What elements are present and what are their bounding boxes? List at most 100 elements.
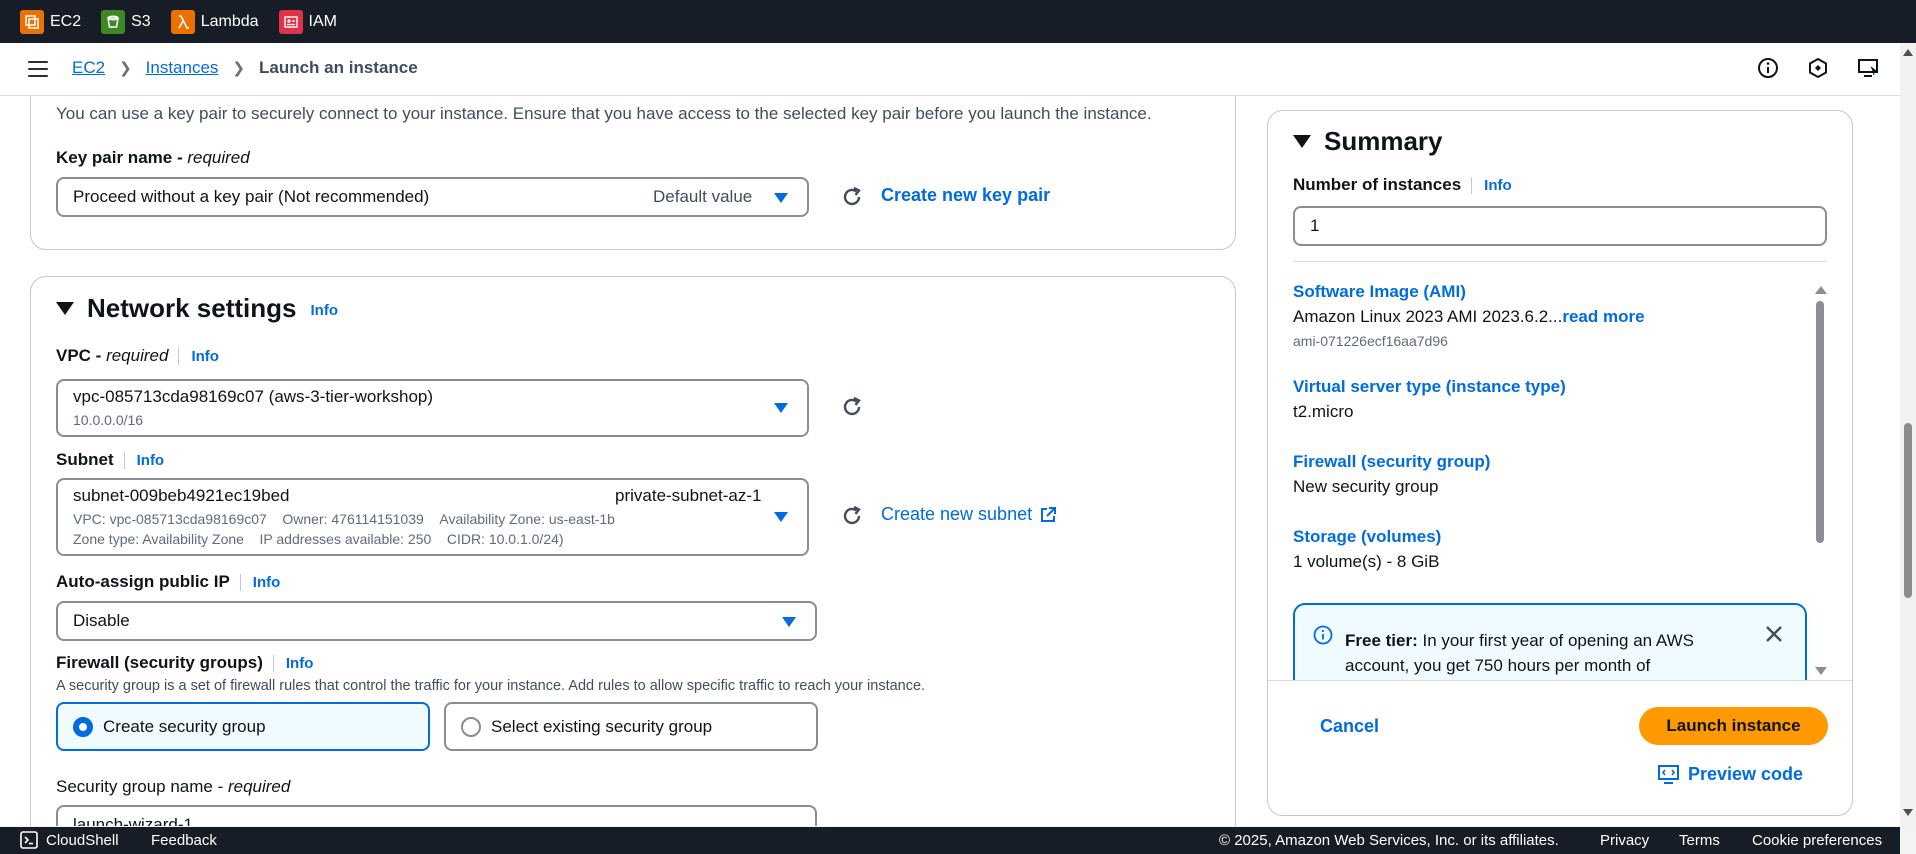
subnet-details-line2: Zone type: Availability Zone IP addresse… xyxy=(73,531,564,547)
service-shortcut-lambda[interactable]: Lambda xyxy=(170,9,259,34)
feedback-display-icon[interactable] xyxy=(1856,56,1880,80)
cancel-button[interactable]: Cancel xyxy=(1320,716,1379,737)
subnet-id: subnet-009beb4921ec19bed xyxy=(73,486,290,505)
sg-name-input[interactable]: launch-wizard-1 xyxy=(56,805,817,826)
create-key-pair-link[interactable]: Create new key pair xyxy=(881,185,1050,206)
key-pair-label: Key pair name - required xyxy=(56,148,250,167)
iam-icon xyxy=(278,9,303,34)
vpc-info-link[interactable]: Info xyxy=(178,347,219,365)
network-settings-title: Network settings xyxy=(87,293,297,323)
s3-icon xyxy=(101,9,126,34)
preview-code-button[interactable]: Preview code xyxy=(1658,764,1803,785)
scroll-down-arrow-icon[interactable] xyxy=(1903,809,1913,816)
vpc-value: vpc-085713cda98169c07 (aws-3-tier-worksh… xyxy=(73,387,434,406)
page-scrollbar[interactable] xyxy=(1900,43,1916,827)
key-pair-select[interactable]: Proceed without a key pair (Not recommen… xyxy=(56,177,809,217)
firewall-info-link[interactable]: Info xyxy=(272,654,313,672)
breadcrumb-bar: EC2 ❯ Instances ❯ Launch an instance xyxy=(0,43,1900,96)
chevron-right-icon: ❯ xyxy=(232,60,245,77)
network-settings-info-link[interactable]: Info xyxy=(311,302,339,319)
caret-down-icon xyxy=(56,302,74,315)
storage-title-link[interactable]: Storage (volumes) xyxy=(1293,527,1441,547)
notifications-shield-icon[interactable] xyxy=(1806,56,1830,80)
summary-panel: Summary Number of instances Info 1 Softw… xyxy=(1267,110,1853,816)
subnet-info-link[interactable]: Info xyxy=(123,451,164,469)
close-icon[interactable] xyxy=(1765,625,1783,648)
num-instances-label-row: Number of instances Info xyxy=(1293,175,1512,195)
scroll-thumb[interactable] xyxy=(1904,423,1912,598)
scroll-up-arrow-icon[interactable] xyxy=(1903,49,1913,56)
storage-value: 1 volume(s) - 8 GiB xyxy=(1293,552,1440,571)
service-shortcut-iam[interactable]: IAM xyxy=(278,9,337,34)
instance-type-value: t2.micro xyxy=(1293,402,1354,421)
vpc-cidr: 10.0.0.0/16 xyxy=(73,412,144,428)
firewall-value: New security group xyxy=(1293,477,1439,496)
firewall-label: Firewall (security groups) xyxy=(56,653,263,672)
auto-ip-select[interactable]: Disable xyxy=(56,601,817,641)
scroll-thumb[interactable] xyxy=(1816,301,1824,543)
key-pair-value: Proceed without a key pair (Not recommen… xyxy=(73,187,430,206)
main-content: You can use a key pair to securely conne… xyxy=(0,96,1900,826)
hamburger-menu-icon[interactable] xyxy=(28,61,48,77)
scroll-down-arrow-icon[interactable] xyxy=(1815,667,1827,675)
refresh-icon[interactable] xyxy=(839,184,865,210)
service-shortcut-ec2[interactable]: EC2 xyxy=(20,9,82,34)
ami-id: ami-071226ecf16aa7d96 xyxy=(1293,333,1448,349)
key-pair-description: You can use a key pair to securely conne… xyxy=(56,104,1152,123)
console-footer: CloudShell Feedback © 2025, Amazon Web S… xyxy=(0,827,1900,854)
service-shortcut-s3[interactable]: S3 xyxy=(101,9,151,34)
caret-down-icon xyxy=(774,193,788,203)
info-circle-icon[interactable] xyxy=(1756,56,1780,80)
cookie-preferences-link[interactable]: Cookie preferences xyxy=(1752,832,1882,849)
instance-type-title-link[interactable]: Virtual server type (instance type) xyxy=(1293,377,1566,397)
chevron-right-icon: ❯ xyxy=(119,60,132,77)
breadcrumb-current: Launch an instance xyxy=(259,58,418,77)
network-settings-header[interactable]: Network settings Info xyxy=(56,293,338,324)
cloudshell-button[interactable]: CloudShell xyxy=(20,831,119,849)
vpc-select[interactable]: vpc-085713cda98169c07 (aws-3-tier-worksh… xyxy=(56,379,809,437)
launch-instance-button[interactable]: Launch instance xyxy=(1639,707,1828,745)
free-tier-text: Free tier: In your first year of opening… xyxy=(1345,631,1694,675)
terminal-icon xyxy=(20,831,38,849)
feedback-link[interactable]: Feedback xyxy=(151,832,217,849)
auto-ip-value: Disable xyxy=(73,611,130,630)
service-label: S3 xyxy=(131,12,151,30)
ami-title-link[interactable]: Software Image (AMI) xyxy=(1293,282,1466,302)
num-instances-input[interactable]: 1 xyxy=(1293,206,1827,246)
scroll-up-arrow-icon[interactable] xyxy=(1815,286,1827,294)
lambda-icon xyxy=(170,9,195,34)
breadcrumb-instances-link[interactable]: Instances xyxy=(146,58,219,78)
num-instances-info-link[interactable]: Info xyxy=(1471,176,1512,194)
summary-footer-divider xyxy=(1268,680,1852,681)
refresh-icon[interactable] xyxy=(839,394,865,420)
subnet-name: private-subnet-az-1 xyxy=(615,486,762,505)
service-bar: EC2 S3 Lambda IAM xyxy=(0,0,1916,43)
vpc-label: VPC - required xyxy=(56,346,169,365)
select-existing-security-group-option[interactable]: Select existing security group xyxy=(444,702,818,751)
firewall-title-link[interactable]: Firewall (security group) xyxy=(1293,452,1490,472)
privacy-link[interactable]: Privacy xyxy=(1600,832,1649,849)
caret-down-icon xyxy=(1293,135,1311,148)
service-label: EC2 xyxy=(50,12,82,30)
info-circle-icon xyxy=(1313,625,1333,650)
subnet-select[interactable]: subnet-009beb4921ec19bed private-subnet-… xyxy=(56,478,809,556)
auto-ip-label: Auto-assign public IP xyxy=(56,572,230,591)
read-more-link[interactable]: read more xyxy=(1562,307,1644,326)
auto-ip-info-link[interactable]: Info xyxy=(239,573,280,591)
service-label: Lambda xyxy=(200,12,259,30)
subnet-label: Subnet xyxy=(56,450,114,469)
num-instances-value: 1 xyxy=(1310,216,1320,235)
auto-ip-label-row: Auto-assign public IP Info xyxy=(56,572,280,592)
create-security-group-option[interactable]: Create security group xyxy=(56,702,430,751)
radio-selected-icon xyxy=(73,716,93,737)
service-label: IAM xyxy=(308,12,337,30)
refresh-icon[interactable] xyxy=(839,503,865,529)
ami-value: Amazon Linux 2023 AMI 2023.6.2...read mo… xyxy=(1293,307,1645,326)
summary-header[interactable]: Summary xyxy=(1293,126,1443,157)
default-value-tag: Default value xyxy=(653,187,753,206)
breadcrumb-ec2-link[interactable]: EC2 xyxy=(72,58,105,78)
summary-scrollbar[interactable] xyxy=(1813,282,1827,680)
terms-link[interactable]: Terms xyxy=(1679,832,1720,849)
create-subnet-link[interactable]: Create new subnet xyxy=(881,504,1057,525)
num-instances-label: Number of instances xyxy=(1293,175,1462,194)
